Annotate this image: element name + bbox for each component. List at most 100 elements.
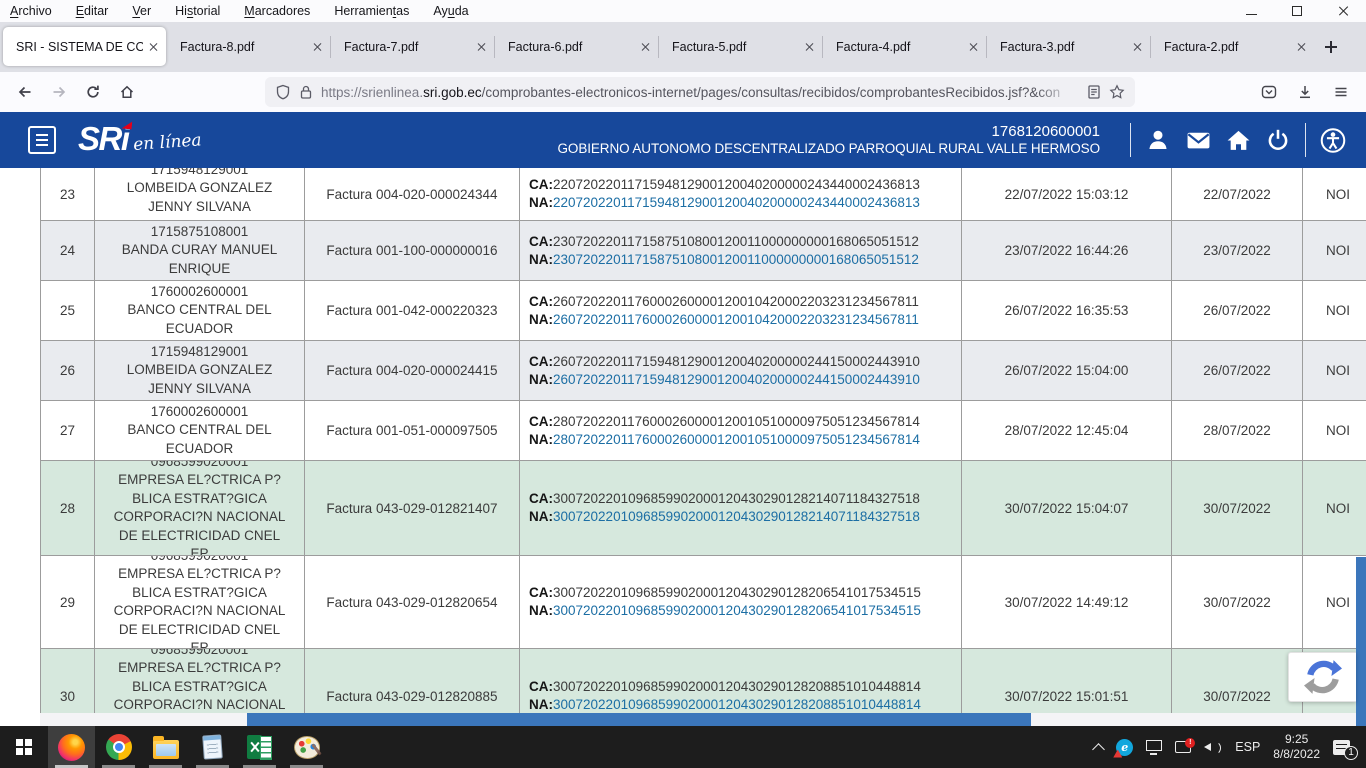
invoice-row-27[interactable]: 271760002600001BANCO CENTRAL DEL ECUADOR… [40,401,1366,461]
tray-expand-chevron-icon[interactable] [1092,743,1105,756]
document-label: Factura 043-029-012821407 [326,501,497,516]
tab-close-icon[interactable] [805,42,815,52]
volume-tray-icon[interactable] [1204,740,1222,754]
menu-ver[interactable]: Ver [132,4,151,18]
invoice-row-23[interactable]: 231715948129001LOMBEIDA GONZALEZ JENNY S… [40,168,1366,221]
na-link[interactable]: 2807202201176000260000120010510000975051… [553,432,920,447]
na-link[interactable]: 3007202201096859902000120430290128208851… [553,697,921,712]
tab-close-icon[interactable] [1133,42,1143,52]
sri-menu-button[interactable] [28,126,56,154]
horizontal-scrollbar[interactable] [40,713,1366,726]
network-tray-icon[interactable] [1146,740,1162,751]
invoice-row-28[interactable]: 280968599020001EMPRESA EL?CTRICA P?BLICA… [40,461,1366,556]
row-number-cell: 30 [40,649,95,713]
tab-close-icon[interactable] [1297,42,1307,52]
taxpayer-name: GOBIERNO AUTONOMO DESCENTRALIZADO PARROQ… [558,140,1100,157]
tab-close-icon[interactable] [477,42,487,52]
taskbar-app-excel[interactable] [236,726,283,768]
vertical-scrollbar-thumb[interactable] [1356,557,1366,726]
tab-close-icon[interactable] [969,42,979,52]
profile-button[interactable] [1145,127,1171,153]
na-link[interactable]: 2607202201171594812900120040200000244150… [553,372,920,387]
menu-editar[interactable]: Editar [76,4,109,18]
tab-factura-2-pdf[interactable]: Factura-2.pdf [1151,22,1314,72]
status-value: NOI [1326,363,1350,378]
home-solid-icon [1226,128,1251,153]
tab-factura-8-pdf[interactable]: Factura-8.pdf [167,22,330,72]
na-link[interactable]: 2307202201171587510800120011000000000168… [553,252,919,267]
tab-factura-3-pdf[interactable]: Factura-3.pdf [987,22,1150,72]
windows-logo-icon [16,739,32,755]
horizontal-scrollbar-thumb[interactable] [247,713,1031,726]
tab-factura-4-pdf[interactable]: Factura-4.pdf [823,22,986,72]
emitter-name: LOMBEIDA GONZALEZ JENNY SILVANA [110,179,289,216]
messages-button[interactable] [1185,127,1211,153]
accessibility-button[interactable] [1320,127,1346,153]
app-menu-button[interactable] [1326,76,1356,108]
status-value: NOI [1326,501,1350,516]
taskbar-app-notepad[interactable] [189,726,236,768]
maximize-button[interactable] [1274,0,1320,22]
menu-historial[interactable]: Historial [175,4,220,18]
reload-button[interactable] [76,76,110,108]
reload-icon [85,84,101,100]
taskbar-app-firefox[interactable] [48,726,95,768]
home-button[interactable] [110,76,144,108]
home-portal-button[interactable] [1225,127,1251,153]
tab-sri-sistema-de-comp[interactable]: SRI - SISTEMA DE COMP [3,27,166,66]
notifications-button[interactable]: 1 [1333,740,1350,755]
new-tab-button[interactable] [1314,22,1348,72]
bookmark-star-icon[interactable] [1109,84,1125,100]
reader-mode-icon[interactable] [1086,84,1102,100]
excel-x-glyph [250,741,259,753]
sri-logo[interactable]: SRi en línea [78,120,202,158]
antivirus-tray-icon[interactable]: e [1116,739,1133,756]
emitter-ruc: 1715875108001 [151,223,249,242]
na-link[interactable]: 3007202201096859902000120430290128214071… [553,509,920,524]
toolbar-right-icons [1254,76,1356,108]
invoice-row-26[interactable]: 261715948129001LOMBEIDA GONZALEZ JENNY S… [40,341,1366,401]
forward-button[interactable] [42,76,76,108]
row-number-cell: 28 [40,461,95,555]
taskbar-app-explorer[interactable] [142,726,189,768]
na-link[interactable]: 2607202201176000260000120010420002203231… [553,312,919,327]
recaptcha-badge[interactable] [1288,652,1356,702]
tab-close-icon[interactable] [641,42,651,52]
header-divider [1130,123,1131,157]
taskbar-clock[interactable]: 9:25 8/8/2022 [1273,732,1320,762]
access-key-cell: CA:2607202201171594812900120040200000244… [520,341,962,400]
input-language-indicator[interactable]: ESP [1235,740,1260,754]
na-link[interactable]: 3007202201096859902000120430290128206541… [553,603,921,618]
minimize-button[interactable] [1228,0,1274,22]
menu-herramientas[interactable]: Herramientas [334,4,409,18]
url-domain: sri.gob.ec [423,85,482,100]
tab-close-icon[interactable] [313,42,323,52]
menu-marcadores[interactable]: Marcadores [244,4,310,18]
action-center-warning-icon[interactable]: ! [1175,741,1191,753]
tab-factura-6-pdf[interactable]: Factura-6.pdf [495,22,658,72]
document-cell: Factura 001-100-000000016 [305,221,520,280]
invoice-row-25[interactable]: 251760002600001BANCO CENTRAL DEL ECUADOR… [40,281,1366,341]
taskbar-app-paint[interactable] [283,726,330,768]
invoice-row-24[interactable]: 241715875108001BANDA CURAY MANUEL ENRIQU… [40,221,1366,281]
close-button[interactable] [1320,0,1366,22]
url-bar[interactable]: https://srienlinea.sri.gob.ec/comprobant… [265,77,1135,107]
menu-ayuda[interactable]: Ayuda [433,4,468,18]
logout-button[interactable] [1265,127,1291,153]
back-button[interactable] [8,76,42,108]
downloads-button[interactable] [1290,76,1320,108]
ca-value: 3007202201096859902000120430290128206541… [553,585,921,600]
tab-close-icon[interactable] [149,42,159,52]
document-cell: Factura 004-020-000024415 [305,341,520,400]
tab-factura-7-pdf[interactable]: Factura-7.pdf [331,22,494,72]
tab-factura-5-pdf[interactable]: Factura-5.pdf [659,22,822,72]
emitter-cell: 1760002600001BANCO CENTRAL DEL ECUADOR [95,281,305,340]
menu-archivo[interactable]: Archivo [10,4,52,18]
invoice-row-29[interactable]: 290968599020001EMPRESA EL?CTRICA P?BLICA… [40,556,1366,649]
extension-pocket-button[interactable] [1254,76,1284,108]
plus-icon [1325,41,1337,53]
taskbar-app-chrome[interactable] [95,726,142,768]
na-link[interactable]: 2207202201171594812900120040200000243440… [553,195,920,210]
start-button[interactable] [0,726,48,768]
invoice-row-30[interactable]: 300968599020001EMPRESA EL?CTRICA P?BLICA… [40,649,1366,713]
